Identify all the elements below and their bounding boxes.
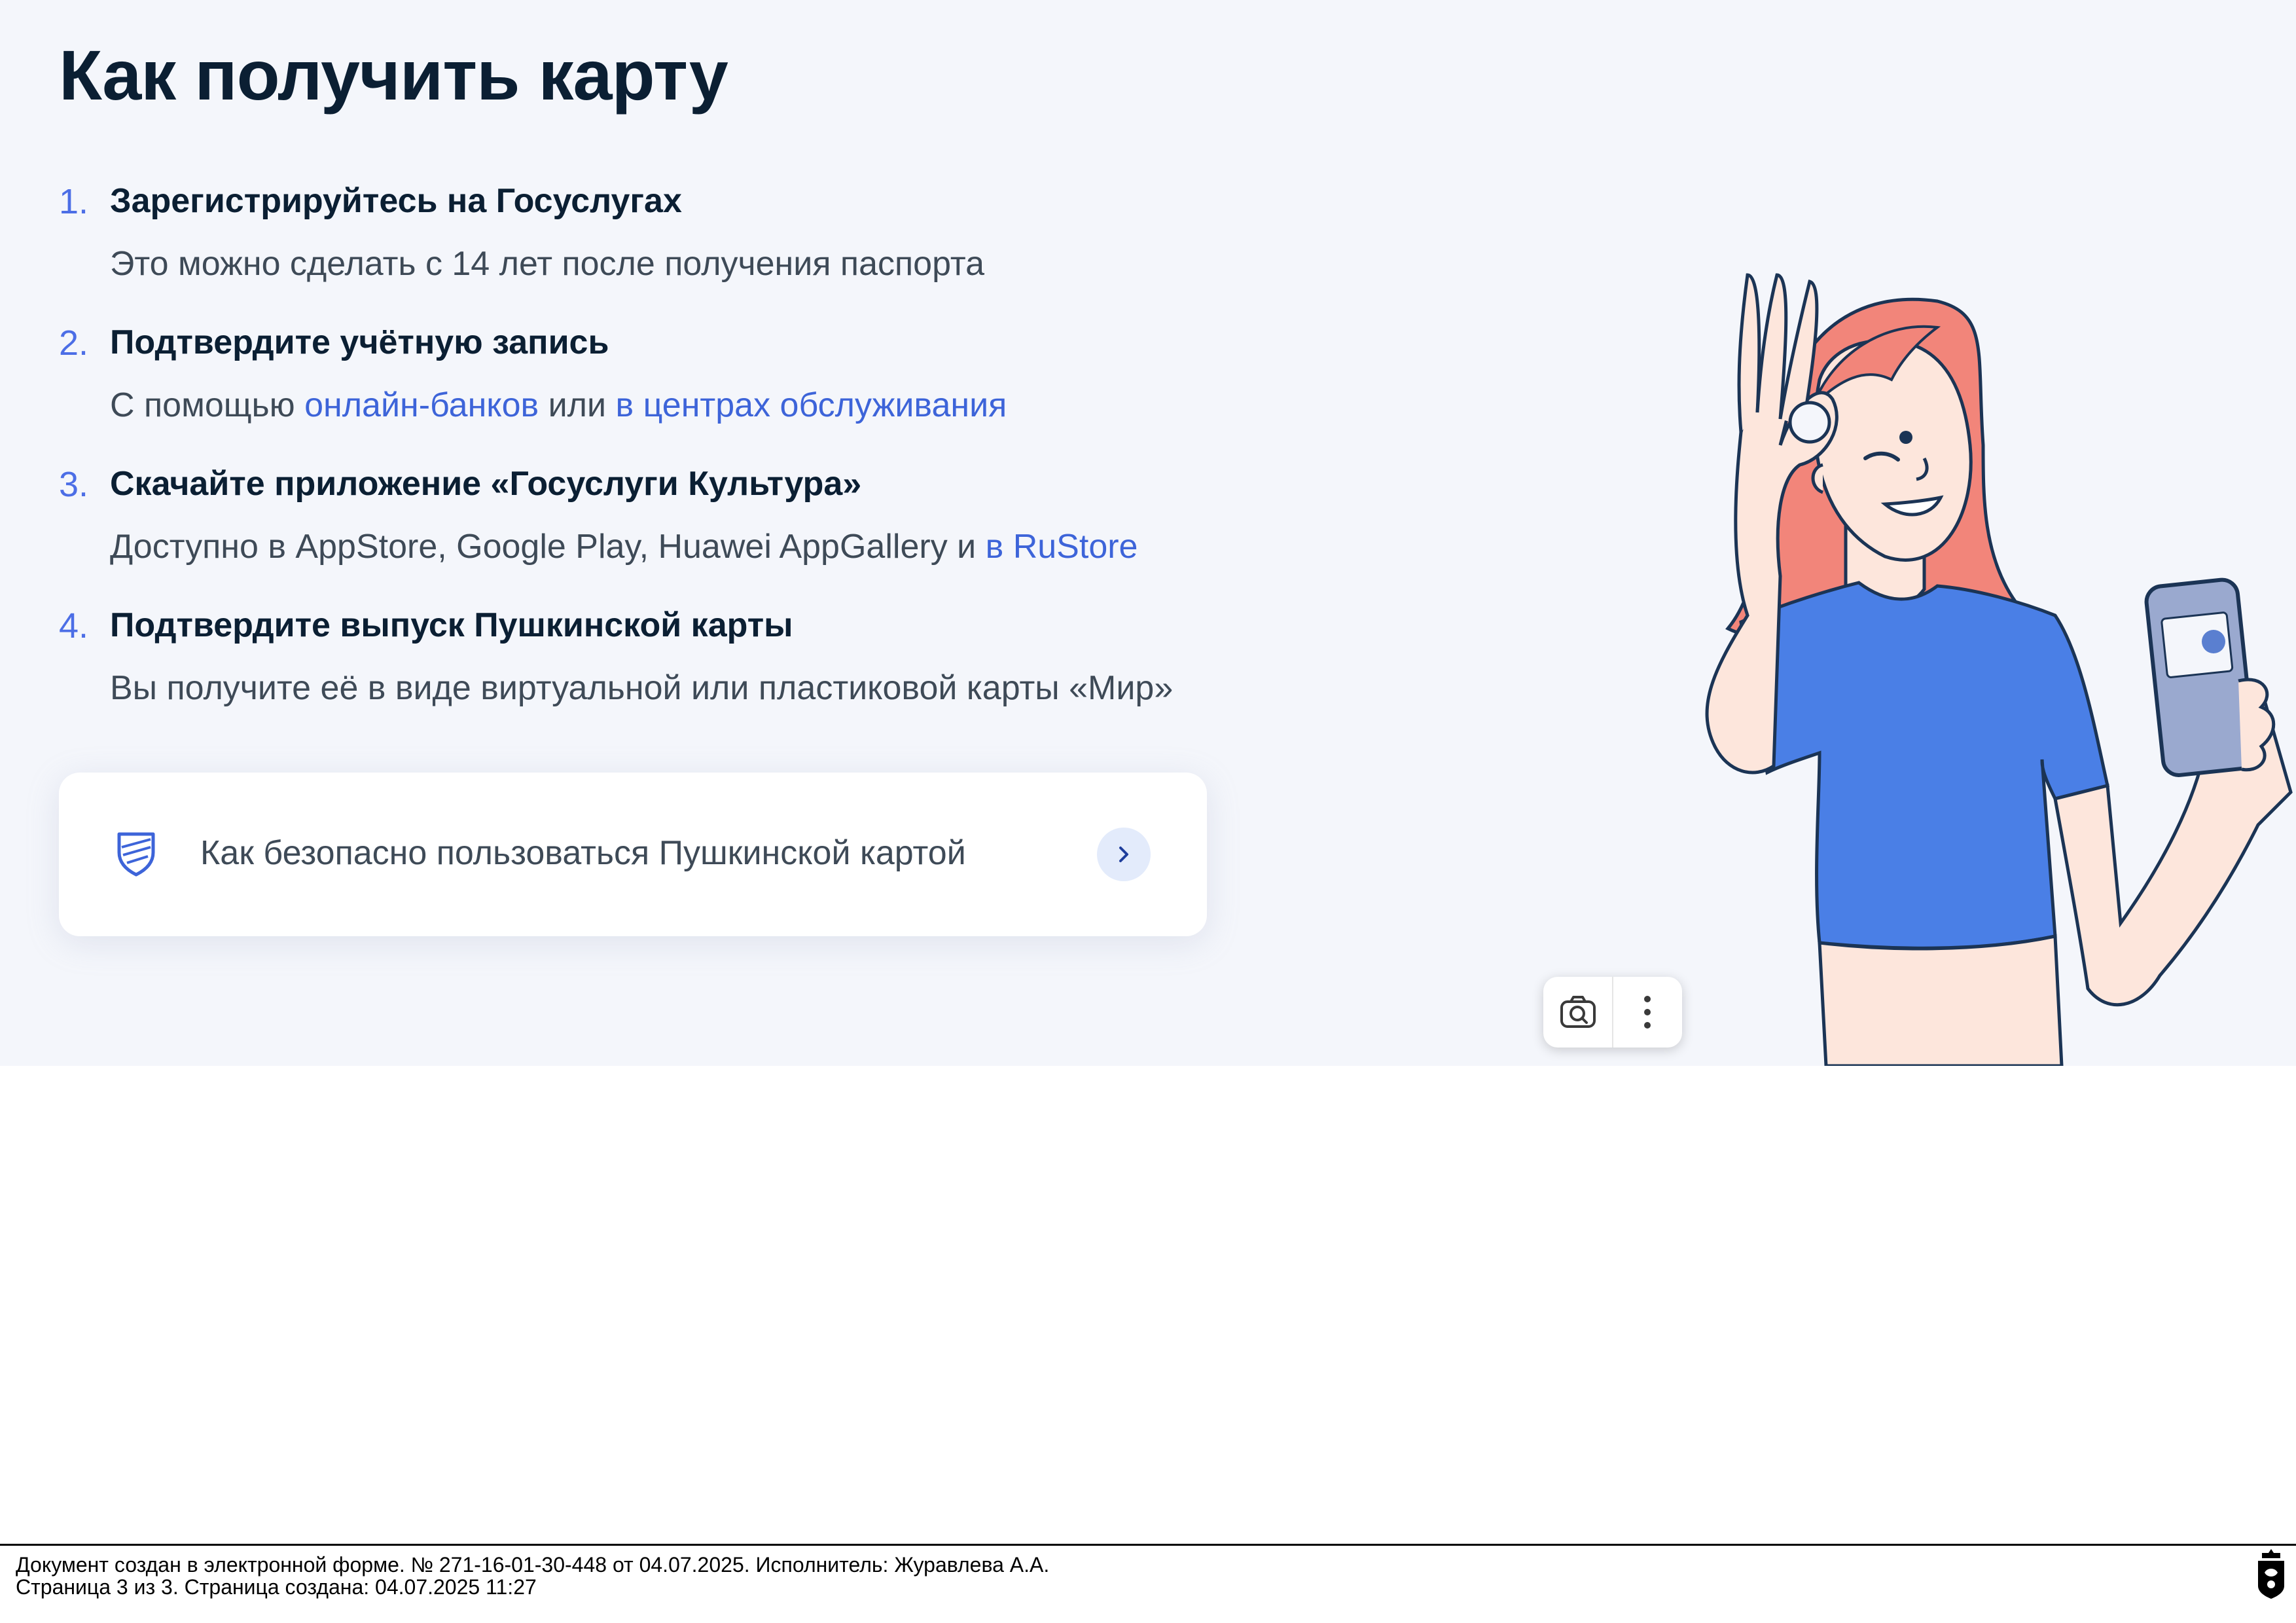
safety-card-arrow-button[interactable] (1097, 828, 1151, 881)
chevron-right-icon (1119, 847, 1128, 862)
step-text-middle: или (539, 386, 616, 424)
how-to-get-card-section: Как получить карту 1. Зарегистрируйтесь … (0, 0, 2296, 1066)
footer-document-info: Документ создан в электронной форме. № 2… (16, 1553, 1050, 1577)
camera-search-icon (1560, 996, 1596, 1028)
step-number: 3. (59, 465, 89, 504)
shield-icon (117, 832, 155, 877)
step-title: Скачайте приложение «Госуслуги Культура» (110, 465, 862, 503)
step-description: Доступно в AppStore, Google Play, Huawei… (110, 526, 1138, 567)
step-description: Вы получите её в виде виртуальной или пл… (110, 669, 1174, 707)
emblem-icon (2258, 1549, 2284, 1599)
more-options-button[interactable] (1613, 977, 1682, 1048)
safety-card-label: Как безопасно пользоваться Пушкинской ка… (200, 834, 966, 872)
step-text-prefix: С помощью (110, 386, 305, 424)
footer-page-info: Страница 3 из 3. Страница создана: 04.07… (16, 1575, 537, 1599)
step-title: Зарегистрируйтесь на Госуслугах (110, 182, 682, 220)
step-description: С помощью онлайн-банков или в центрах об… (110, 385, 1007, 426)
more-vertical-icon (1644, 996, 1651, 1029)
step-number: 2. (59, 323, 89, 363)
step-description: Это можно сделать с 14 лет после получен… (110, 245, 985, 283)
step-number: 1. (59, 182, 89, 221)
footer-divider (0, 1544, 2296, 1546)
image-toolbar (1543, 977, 1682, 1048)
camera-search-button[interactable] (1543, 977, 1612, 1048)
woman-illustration (1705, 273, 2293, 1066)
safety-info-card[interactable]: Как безопасно пользоваться Пушкинской ка… (59, 773, 1207, 936)
step-title: Подтвердите учётную запись (110, 323, 609, 361)
step-number: 4. (59, 606, 89, 646)
service-centers-link[interactable]: в центрах обслуживания (616, 386, 1007, 424)
rustore-link[interactable]: в RuStore (986, 528, 1138, 566)
page-title: Как получить карту (59, 35, 728, 115)
step-text-prefix: Доступно в AppStore, Google Play, Huawei… (110, 528, 986, 566)
step-title: Подтвердите выпуск Пушкинской карты (110, 606, 793, 644)
online-banks-link[interactable]: онлайн-банков (304, 386, 539, 424)
